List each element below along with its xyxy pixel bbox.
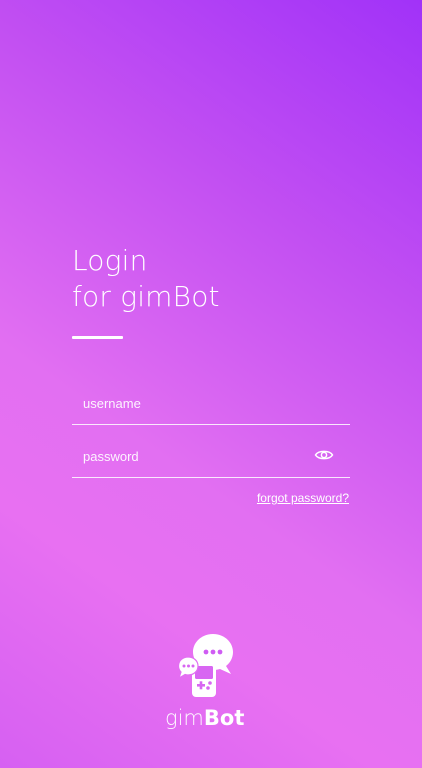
brand-wordmark: gimBot xyxy=(165,706,257,730)
eye-icon[interactable] xyxy=(314,447,334,463)
brand-name-bold: Bot xyxy=(203,706,245,730)
username-input[interactable] xyxy=(72,384,323,422)
brand-name-light: gim xyxy=(165,706,204,730)
title-line-login: Login xyxy=(72,244,148,277)
password-input[interactable] xyxy=(72,437,323,475)
username-field-container xyxy=(72,384,350,425)
brand-logo: gimBot xyxy=(165,632,257,737)
password-field-container xyxy=(72,437,350,478)
title-underline xyxy=(72,336,123,339)
title-line-app: for gimBot xyxy=(72,280,220,313)
gimbot-logo-icon xyxy=(177,632,234,698)
forgot-password-link[interactable]: forgot password? xyxy=(257,491,349,505)
page-title: Login for gimBot xyxy=(72,243,372,315)
